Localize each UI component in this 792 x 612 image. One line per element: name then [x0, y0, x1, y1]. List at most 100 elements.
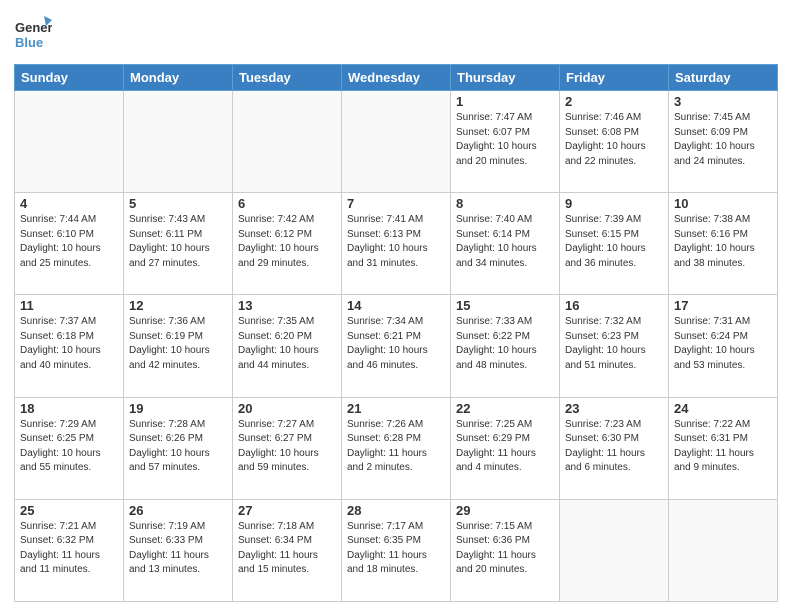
calendar-table: SundayMondayTuesdayWednesdayThursdayFrid… [14, 64, 778, 602]
calendar-cell: 2 Sunrise: 7:46 AM Sunset: 6:08 PM Daylig… [560, 91, 669, 193]
calendar-cell: 29 Sunrise: 7:15 AM Sunset: 6:36 PM Dayli… [451, 499, 560, 601]
day-info: Sunrise: 7:23 AM Sunset: 6:30 PM Dayligh… [565, 418, 663, 476]
calendar-cell: 22 Sunrise: 7:25 AM Sunset: 6:29 PM Dayli… [451, 397, 560, 499]
day-number: 13 [238, 298, 336, 313]
day-number: 24 [674, 401, 772, 416]
day-info: Sunrise: 7:37 AM Sunset: 6:18 PM Dayligh… [20, 315, 118, 373]
day-number: 18 [20, 401, 118, 416]
calendar-cell: 23 Sunrise: 7:23 AM Sunset: 6:30 PM Dayli… [560, 397, 669, 499]
day-info: Sunrise: 7:41 AM Sunset: 6:13 PM Dayligh… [347, 213, 445, 271]
day-number: 21 [347, 401, 445, 416]
calendar-header-thursday: Thursday [451, 65, 560, 91]
calendar-cell: 28Sunrise: 7:17 AM Sunset: 6:35 PM Dayli… [342, 499, 451, 601]
day-info: Sunrise: 7:28 AM Sunset: 6:26 PM Dayligh… [129, 418, 227, 476]
calendar-header-row: SundayMondayTuesdayWednesdayThursdayFrid… [15, 65, 778, 91]
day-info: Sunrise: 7:47 AM Sunset: 6:07 PM Dayligh… [456, 111, 554, 169]
calendar-cell: 1 Sunrise: 7:47 AM Sunset: 6:07 PM Daylig… [451, 91, 560, 193]
header: General Blue [14, 10, 778, 58]
calendar-cell: 16 Sunrise: 7:32 AM Sunset: 6:23 PM Dayli… [560, 295, 669, 397]
calendar-cell [669, 499, 778, 601]
calendar-cell: 13 Sunrise: 7:35 AM Sunset: 6:20 PM Dayli… [233, 295, 342, 397]
calendar-cell: 4 Sunrise: 7:44 AM Sunset: 6:10 PM Daylig… [15, 193, 124, 295]
calendar-header-saturday: Saturday [669, 65, 778, 91]
calendar-cell: 19 Sunrise: 7:28 AM Sunset: 6:26 PM Dayli… [124, 397, 233, 499]
day-number: 12 [129, 298, 227, 313]
calendar-cell: 12 Sunrise: 7:36 AM Sunset: 6:19 PM Dayli… [124, 295, 233, 397]
day-info: Sunrise: 7:26 AM Sunset: 6:28 PM Dayligh… [347, 418, 445, 476]
day-info: Sunrise: 7:39 AM Sunset: 6:15 PM Dayligh… [565, 213, 663, 271]
day-number: 2 [565, 94, 663, 109]
day-info: Sunrise: 7:40 AM Sunset: 6:14 PM Dayligh… [456, 213, 554, 271]
day-info: Sunrise: 7:18 AM Sunset: 6:34 PM Dayligh… [238, 520, 336, 578]
day-info: Sunrise: 7:35 AM Sunset: 6:20 PM Dayligh… [238, 315, 336, 373]
calendar-cell: 5Sunrise: 7:43 AM Sunset: 6:11 PM Daylig… [124, 193, 233, 295]
calendar-cell: 15 Sunrise: 7:33 AM Sunset: 6:22 PM Dayli… [451, 295, 560, 397]
calendar-header-sunday: Sunday [15, 65, 124, 91]
day-info: Sunrise: 7:44 AM Sunset: 6:10 PM Dayligh… [20, 213, 118, 271]
day-info: Sunrise: 7:29 AM Sunset: 6:25 PM Dayligh… [20, 418, 118, 476]
day-info: Sunrise: 7:25 AM Sunset: 6:29 PM Dayligh… [456, 418, 554, 476]
logo-svg: General Blue [14, 14, 52, 58]
day-number: 10 [674, 196, 772, 211]
day-number: 1 [456, 94, 554, 109]
day-number: 23 [565, 401, 663, 416]
day-info: Sunrise: 7:19 AM Sunset: 6:33 PM Dayligh… [129, 520, 227, 578]
day-number: 17 [674, 298, 772, 313]
calendar-cell [342, 91, 451, 193]
day-number: 20 [238, 401, 336, 416]
day-info: Sunrise: 7:21 AM Sunset: 6:32 PM Dayligh… [20, 520, 118, 578]
calendar-cell: 27 Sunrise: 7:18 AM Sunset: 6:34 PM Dayli… [233, 499, 342, 601]
day-number: 8 [456, 196, 554, 211]
calendar-cell [560, 499, 669, 601]
day-info: Sunrise: 7:32 AM Sunset: 6:23 PM Dayligh… [565, 315, 663, 373]
calendar-week-5: 25 Sunrise: 7:21 AM Sunset: 6:32 PM Dayli… [15, 499, 778, 601]
calendar-cell: 20 Sunrise: 7:27 AM Sunset: 6:27 PM Dayli… [233, 397, 342, 499]
calendar-header-friday: Friday [560, 65, 669, 91]
day-info: Sunrise: 7:33 AM Sunset: 6:22 PM Dayligh… [456, 315, 554, 373]
calendar-cell: 7Sunrise: 7:41 AM Sunset: 6:13 PM Daylig… [342, 193, 451, 295]
calendar-cell: 6 Sunrise: 7:42 AM Sunset: 6:12 PM Daylig… [233, 193, 342, 295]
day-number: 11 [20, 298, 118, 313]
day-info: Sunrise: 7:36 AM Sunset: 6:19 PM Dayligh… [129, 315, 227, 373]
day-info: Sunrise: 7:15 AM Sunset: 6:36 PM Dayligh… [456, 520, 554, 578]
calendar-header-tuesday: Tuesday [233, 65, 342, 91]
day-number: 19 [129, 401, 227, 416]
day-number: 29 [456, 503, 554, 518]
page: General Blue SundayMondayTuesdayWednesda… [0, 0, 792, 612]
calendar-header-wednesday: Wednesday [342, 65, 451, 91]
day-number: 3 [674, 94, 772, 109]
day-number: 6 [238, 196, 336, 211]
day-number: 16 [565, 298, 663, 313]
day-number: 15 [456, 298, 554, 313]
calendar-cell: 24 Sunrise: 7:22 AM Sunset: 6:31 PM Dayli… [669, 397, 778, 499]
calendar-cell [233, 91, 342, 193]
calendar-cell [15, 91, 124, 193]
day-info: Sunrise: 7:27 AM Sunset: 6:27 PM Dayligh… [238, 418, 336, 476]
day-info: Sunrise: 7:45 AM Sunset: 6:09 PM Dayligh… [674, 111, 772, 169]
day-info: Sunrise: 7:38 AM Sunset: 6:16 PM Dayligh… [674, 213, 772, 271]
calendar-cell [124, 91, 233, 193]
day-info: Sunrise: 7:46 AM Sunset: 6:08 PM Dayligh… [565, 111, 663, 169]
svg-text:Blue: Blue [15, 35, 43, 50]
calendar-cell: 3 Sunrise: 7:45 AM Sunset: 6:09 PM Daylig… [669, 91, 778, 193]
calendar-cell: 18 Sunrise: 7:29 AM Sunset: 6:25 PM Dayli… [15, 397, 124, 499]
calendar-week-2: 4 Sunrise: 7:44 AM Sunset: 6:10 PM Daylig… [15, 193, 778, 295]
calendar-cell: 11 Sunrise: 7:37 AM Sunset: 6:18 PM Dayli… [15, 295, 124, 397]
calendar-cell: 17 Sunrise: 7:31 AM Sunset: 6:24 PM Dayli… [669, 295, 778, 397]
calendar-cell: 10 Sunrise: 7:38 AM Sunset: 6:16 PM Dayli… [669, 193, 778, 295]
day-number: 26 [129, 503, 227, 518]
day-info: Sunrise: 7:42 AM Sunset: 6:12 PM Dayligh… [238, 213, 336, 271]
day-number: 25 [20, 503, 118, 518]
logo: General Blue [14, 14, 52, 58]
day-number: 22 [456, 401, 554, 416]
day-number: 9 [565, 196, 663, 211]
day-number: 27 [238, 503, 336, 518]
calendar-week-1: 1 Sunrise: 7:47 AM Sunset: 6:07 PM Daylig… [15, 91, 778, 193]
calendar-week-3: 11 Sunrise: 7:37 AM Sunset: 6:18 PM Dayli… [15, 295, 778, 397]
day-info: Sunrise: 7:31 AM Sunset: 6:24 PM Dayligh… [674, 315, 772, 373]
day-number: 4 [20, 196, 118, 211]
day-number: 28 [347, 503, 445, 518]
day-number: 14 [347, 298, 445, 313]
day-info: Sunrise: 7:43 AM Sunset: 6:11 PM Dayligh… [129, 213, 227, 271]
day-info: Sunrise: 7:22 AM Sunset: 6:31 PM Dayligh… [674, 418, 772, 476]
